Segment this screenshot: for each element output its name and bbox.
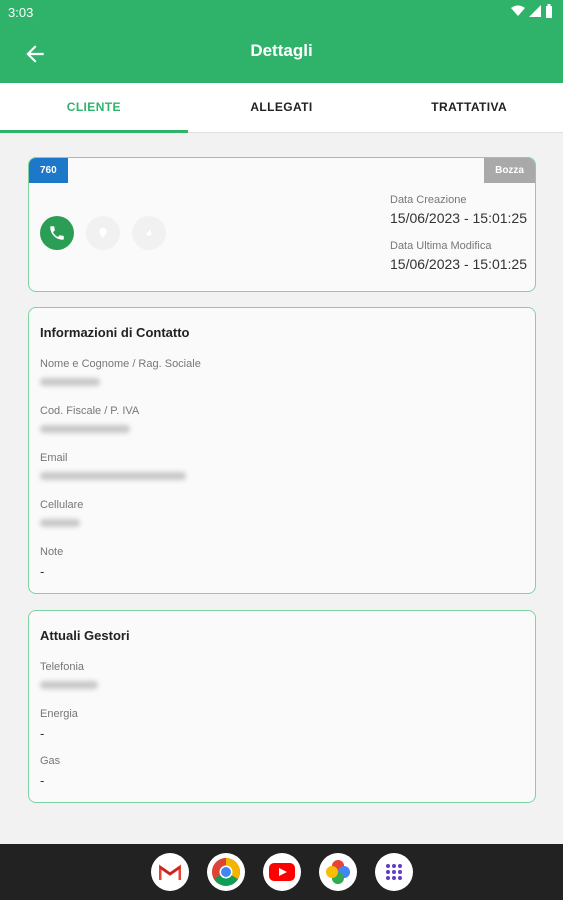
notes-label: Note xyxy=(40,546,64,558)
wifi-icon xyxy=(511,5,525,16)
tab-bar: CLIENTE ALLEGATI TRATTATIVA xyxy=(0,83,563,133)
flame-icon xyxy=(145,227,153,237)
energy-label: Energia xyxy=(40,708,78,720)
location-pin-icon xyxy=(98,226,108,240)
tab-allegati[interactable]: ALLEGATI xyxy=(188,83,376,132)
modified-date-value: 15/06/2023 - 15:01:25 xyxy=(390,256,528,272)
tax-code-value-redacted xyxy=(40,425,130,433)
chrome-icon[interactable] xyxy=(206,853,245,891)
action-buttons xyxy=(40,216,166,250)
app-bar: Dettagli xyxy=(0,25,563,83)
battery-icon xyxy=(546,4,552,18)
tab-cliente[interactable]: CLIENTE xyxy=(0,83,188,133)
energy-field: Energia - xyxy=(40,708,78,741)
dates-block: Data Creazione 15/06/2023 - 15:01:25 Dat… xyxy=(390,194,527,272)
name-value-redacted xyxy=(40,378,100,386)
signal-icon xyxy=(529,5,541,17)
energy-button[interactable] xyxy=(132,216,166,250)
email-label: Email xyxy=(40,452,68,464)
gas-field: Gas - xyxy=(40,755,60,788)
contact-info-card: Informazioni di Contatto Nome e Cognome … xyxy=(28,307,536,594)
status-badge: Bozza xyxy=(484,158,535,183)
mobile-field: Cellulare xyxy=(40,499,83,527)
gmail-icon[interactable] xyxy=(150,853,189,891)
phone-icon xyxy=(50,226,64,240)
telephony-field: Telefonia xyxy=(40,661,98,689)
providers-section-title: Attuali Gestori xyxy=(40,628,130,643)
email-field: Email xyxy=(40,452,186,480)
mobile-value-redacted xyxy=(40,519,80,527)
summary-card: 760 Bozza Data Creazione 15/06/2023 - 15… xyxy=(28,157,536,292)
gas-label: Gas xyxy=(40,755,61,767)
bottom-dock xyxy=(0,844,563,900)
app-drawer-icon[interactable] xyxy=(374,853,413,891)
status-icons xyxy=(511,4,553,18)
name-field: Nome e Cognome / Rag. Sociale xyxy=(40,358,201,386)
status-bar: 3:03 xyxy=(0,0,563,25)
tax-code-label: Cod. Fiscale / P. IVA xyxy=(40,405,140,417)
gas-value: - xyxy=(40,773,45,788)
creation-date-label: Data Creazione xyxy=(390,194,467,206)
call-button[interactable] xyxy=(40,216,74,250)
contact-section-title: Informazioni di Contatto xyxy=(40,325,190,340)
location-button[interactable] xyxy=(86,216,120,250)
page-title: Dettagli xyxy=(250,41,313,60)
tax-code-field: Cod. Fiscale / P. IVA xyxy=(40,405,139,433)
email-value-redacted xyxy=(40,472,186,480)
telephony-label: Telefonia xyxy=(40,661,85,673)
youtube-icon[interactable] xyxy=(262,853,301,891)
name-label: Nome e Cognome / Rag. Sociale xyxy=(40,358,201,370)
id-badge: 760 xyxy=(29,158,68,183)
photos-icon[interactable] xyxy=(318,853,357,891)
notes-value: - xyxy=(40,564,45,579)
status-time: 3:03 xyxy=(8,5,34,20)
notes-field: Note - xyxy=(40,546,63,579)
modified-date-label: Data Ultima Modifica xyxy=(390,240,492,252)
mobile-label: Cellulare xyxy=(40,499,84,511)
tab-trattativa[interactable]: TRATTATIVA xyxy=(375,83,563,132)
telephony-value-redacted xyxy=(40,681,98,689)
energy-value: - xyxy=(40,726,45,741)
current-providers-card: Attuali Gestori Telefonia Energia - Gas … xyxy=(28,610,536,803)
creation-date-value: 15/06/2023 - 15:01:25 xyxy=(390,210,528,226)
